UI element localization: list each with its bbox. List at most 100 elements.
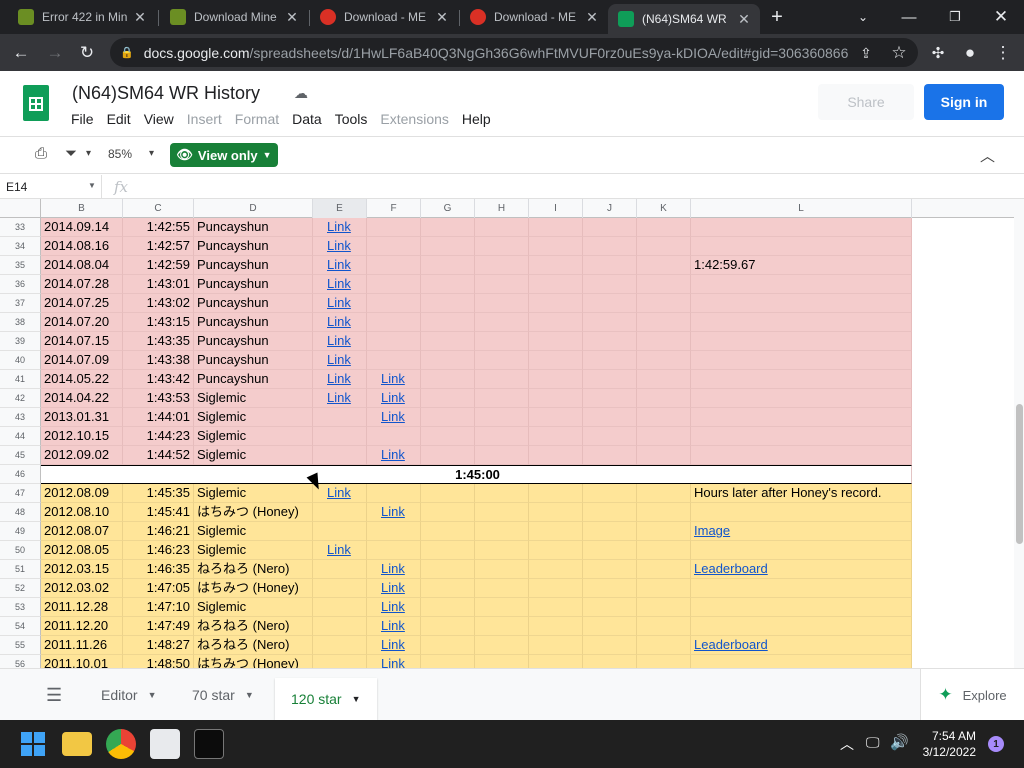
column-header-h[interactable]: H: [475, 199, 529, 218]
row-number[interactable]: 48: [0, 503, 41, 522]
zoom-dropdown-icon[interactable]: ▾: [149, 148, 154, 159]
notes-cell[interactable]: [691, 275, 912, 294]
empty-cell[interactable]: [583, 598, 637, 617]
notes-cell[interactable]: [691, 389, 912, 408]
notes-cell[interactable]: Leaderboard: [691, 636, 912, 655]
zoom-select[interactable]: 85%: [108, 147, 132, 161]
menu-format[interactable]: Format: [235, 111, 279, 127]
empty-cell[interactable]: [529, 256, 583, 275]
menu-help[interactable]: Help: [462, 111, 491, 127]
date-cell[interactable]: 2012.03.02: [41, 579, 123, 598]
empty-cell[interactable]: [475, 408, 529, 427]
empty-cell[interactable]: [583, 275, 637, 294]
alt-link-cell[interactable]: [367, 313, 421, 332]
empty-cell[interactable]: [583, 370, 637, 389]
chrome-icon[interactable]: [106, 729, 136, 759]
runner-cell[interactable]: Siglemic: [194, 446, 313, 465]
empty-cell[interactable]: [583, 560, 637, 579]
terminal-icon[interactable]: [194, 729, 224, 759]
date-cell[interactable]: 2012.03.15: [41, 560, 123, 579]
empty-cell[interactable]: [529, 579, 583, 598]
video-link-cell[interactable]: [313, 636, 367, 655]
volume-icon[interactable]: 🔊: [890, 733, 909, 751]
row-number[interactable]: 34: [0, 237, 41, 256]
time-cell[interactable]: 1:42:55: [123, 218, 194, 237]
empty-cell[interactable]: [529, 332, 583, 351]
runner-cell[interactable]: はちみつ (Honey): [194, 579, 313, 598]
minimize-icon[interactable]: —: [886, 0, 932, 34]
empty-cell[interactable]: [637, 579, 691, 598]
empty-cell[interactable]: [529, 313, 583, 332]
empty-cell[interactable]: [637, 503, 691, 522]
row-number[interactable]: 35: [0, 256, 41, 275]
date-cell[interactable]: 2014.05.22: [41, 370, 123, 389]
view-only-button[interactable]: 👁 View only ▼: [170, 143, 278, 167]
runner-cell[interactable]: Puncayshun: [194, 370, 313, 389]
empty-cell[interactable]: [637, 351, 691, 370]
alt-link-cell[interactable]: [367, 275, 421, 294]
time-cell[interactable]: 1:45:35: [123, 484, 194, 503]
select-all-corner[interactable]: [0, 199, 41, 218]
video-link-cell[interactable]: [313, 427, 367, 446]
browser-tab-5-active[interactable]: (N64)SM64 WR ✕: [608, 4, 760, 34]
date-cell[interactable]: 2012.08.07: [41, 522, 123, 541]
empty-cell[interactable]: [475, 636, 529, 655]
date-cell[interactable]: 2014.07.15: [41, 332, 123, 351]
video-link-cell[interactable]: [313, 503, 367, 522]
menu-file[interactable]: File: [71, 111, 94, 127]
video-link-cell[interactable]: [313, 598, 367, 617]
alt-link-cell[interactable]: Link: [367, 579, 421, 598]
empty-cell[interactable]: [529, 503, 583, 522]
empty-cell[interactable]: [637, 237, 691, 256]
empty-cell[interactable]: [475, 351, 529, 370]
share-button[interactable]: Share: [818, 84, 914, 120]
empty-cell[interactable]: [637, 484, 691, 503]
empty-cell[interactable]: [637, 313, 691, 332]
video-link-cell[interactable]: Link: [313, 541, 367, 560]
empty-cell[interactable]: [529, 484, 583, 503]
date-cell[interactable]: 2014.07.09: [41, 351, 123, 370]
time-cell[interactable]: 1:46:35: [123, 560, 194, 579]
empty-cell[interactable]: [475, 275, 529, 294]
video-link-cell[interactable]: [313, 560, 367, 579]
empty-cell[interactable]: [637, 256, 691, 275]
browser-tab-1[interactable]: Error 422 in Min ✕: [8, 0, 156, 34]
cloud-status-icon[interactable]: ☁: [294, 85, 308, 102]
time-cell[interactable]: 1:44:01: [123, 408, 194, 427]
notes-cell[interactable]: [691, 313, 912, 332]
menu-edit[interactable]: Edit: [107, 111, 131, 127]
time-cell[interactable]: 1:47:49: [123, 617, 194, 636]
empty-cell[interactable]: [475, 294, 529, 313]
sheet-tab-120-star[interactable]: 120 star ▼: [275, 678, 377, 720]
threshold-cell[interactable]: 1:45:00: [41, 465, 912, 484]
date-cell[interactable]: 2012.10.15: [41, 427, 123, 446]
empty-cell[interactable]: [475, 313, 529, 332]
date-cell[interactable]: 2011.11.26: [41, 636, 123, 655]
empty-cell[interactable]: [637, 370, 691, 389]
empty-cell[interactable]: [475, 389, 529, 408]
java-app-icon[interactable]: [150, 729, 180, 759]
extensions-icon[interactable]: ✣: [925, 40, 951, 66]
empty-cell[interactable]: [583, 313, 637, 332]
runner-cell[interactable]: Siglemic: [194, 522, 313, 541]
empty-cell[interactable]: [529, 275, 583, 294]
empty-cell[interactable]: [475, 427, 529, 446]
row-number[interactable]: 52: [0, 579, 41, 598]
empty-cell[interactable]: [529, 560, 583, 579]
runner-cell[interactable]: Puncayshun: [194, 294, 313, 313]
alt-link-cell[interactable]: [367, 237, 421, 256]
menu-tools[interactable]: Tools: [335, 111, 368, 127]
empty-cell[interactable]: [475, 541, 529, 560]
empty-cell[interactable]: [583, 218, 637, 237]
new-tab-button[interactable]: +: [754, 0, 800, 34]
notes-cell[interactable]: [691, 446, 912, 465]
empty-cell[interactable]: [421, 332, 475, 351]
runner-cell[interactable]: はちみつ (Honey): [194, 655, 313, 668]
date-cell[interactable]: 2012.08.09: [41, 484, 123, 503]
sheets-logo-icon[interactable]: [23, 85, 49, 121]
empty-cell[interactable]: [475, 256, 529, 275]
sheet-tab-editor[interactable]: Editor ▼: [101, 679, 157, 711]
row-number[interactable]: 51: [0, 560, 41, 579]
alt-link-cell[interactable]: [367, 256, 421, 275]
sign-in-button[interactable]: Sign in: [924, 84, 1004, 120]
